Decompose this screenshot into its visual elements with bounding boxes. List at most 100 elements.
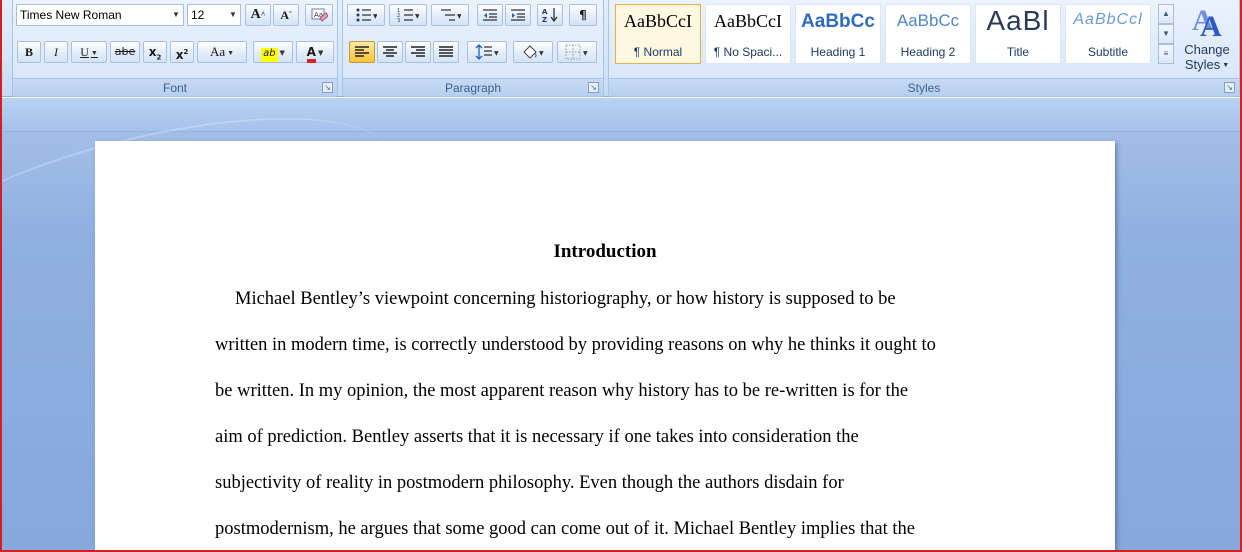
document-heading[interactable]: Introduction [95, 240, 1115, 264]
style-sample: AaBbCcI [714, 11, 782, 31]
align-right-icon [411, 46, 425, 57]
borders-button[interactable]: ▼ [557, 41, 597, 63]
svg-text:▼: ▼ [494, 50, 499, 57]
svg-text:A: A [542, 8, 548, 16]
svg-text:▼: ▼ [583, 50, 588, 57]
style-name: ¶ Normal [633, 45, 683, 59]
italic-button[interactable]: I [44, 41, 68, 63]
justify-icon [439, 46, 453, 57]
document-line[interactable]: aim of prediction. Bentley asserts that … [215, 425, 859, 449]
bold-label: B [24, 45, 33, 59]
style-heading-1[interactable]: AaBbCc Heading 1 [795, 4, 881, 64]
decrease-indent-icon [483, 9, 497, 21]
change-styles-label-2: Styles ▼ [1179, 57, 1235, 73]
gallery-more-button[interactable]: ≡ [1158, 44, 1174, 64]
strikethrough-label: abe [114, 45, 136, 58]
sort-icon: AZ [542, 8, 558, 23]
highlight-button[interactable]: ab ▼ [253, 41, 293, 63]
bullets-button[interactable]: ▼ [347, 4, 385, 26]
chevron-down-icon: ▼ [229, 10, 237, 19]
underline-button[interactable]: U ▼ [71, 41, 107, 63]
chevron-down-icon: ▼ [90, 49, 98, 58]
sort-button[interactable]: AZ [537, 4, 563, 26]
bold-button[interactable]: B [17, 41, 41, 63]
caret-up-icon: ^ [260, 10, 266, 19]
shrink-font-button[interactable]: Aˇ [273, 4, 299, 26]
style-name: Subtitle [1087, 45, 1129, 59]
numbering-button[interactable]: 1 2 3 ▼ [389, 4, 427, 26]
shrink-font-label: A [280, 8, 289, 22]
paragraph-dialog-launcher[interactable]: ↘ [588, 82, 599, 93]
document-line[interactable]: Michael Bentley’s viewpoint concerning h… [235, 287, 896, 311]
shading-button[interactable]: ▼ [513, 41, 553, 63]
align-right-button[interactable] [405, 41, 431, 63]
style-sample: AaBbCcl [1073, 11, 1143, 28]
svg-text:3: 3 [397, 18, 400, 23]
style-name: ¶ No Spaci... [713, 45, 783, 59]
style-sample: AaBbCc [801, 11, 875, 32]
change-styles-button[interactable]: A A Change Styles ▼ [1179, 0, 1235, 76]
style-sample: AaBbCcI [624, 11, 692, 31]
style-subtitle[interactable]: AaBbCcl Subtitle [1065, 4, 1151, 64]
change-case-button[interactable]: Aa ▼ [197, 41, 247, 63]
change-styles-label-text: Styles [1184, 57, 1221, 72]
style-no-spacing[interactable]: AaBbCcI ¶ No Spaci... [705, 4, 791, 64]
font-color-button[interactable]: A ▼ [296, 41, 334, 63]
align-center-button[interactable] [377, 41, 403, 63]
document-line[interactable]: subjectivity of reality in postmodern ph… [215, 471, 844, 495]
chevron-down-icon: ▼ [172, 10, 180, 19]
style-normal[interactable]: AaBbCcI ¶ Normal [615, 4, 701, 64]
style-sample: AaBbCc [896, 11, 960, 30]
document-line[interactable]: postmodernism, he argues that some good … [215, 517, 915, 541]
document-line[interactable]: be written. In my opinion, the most appa… [215, 379, 908, 403]
font-name-combo[interactable]: Times New Roman ▼ [16, 4, 184, 26]
svg-text:Z: Z [542, 16, 547, 23]
numbering-icon: 123▼ [397, 8, 419, 23]
superscript-button[interactable]: x2 [170, 41, 194, 63]
increase-indent-button[interactable] [505, 4, 531, 26]
font-group-label: Font [13, 78, 337, 96]
ribbon: Times New Roman ▼ 12 ▼ A^ Aˇ Aa B I U ▼ a… [0, 0, 1242, 97]
gallery-scroll-down[interactable]: ▼ [1158, 24, 1174, 44]
justify-button[interactable] [433, 41, 459, 63]
show-hide-marks-button[interactable]: ¶ [569, 4, 597, 26]
gallery-scroll-up[interactable]: ▲ [1158, 4, 1174, 24]
chevron-down-icon: ▼ [1222, 62, 1230, 70]
document-workspace[interactable]: Introduction Michael Bentley’s viewpoint… [0, 98, 1242, 552]
svg-text:▼: ▼ [415, 13, 419, 20]
style-heading-2[interactable]: AaBbCc Heading 2 [885, 4, 971, 64]
bullets-icon: ▼ [356, 8, 377, 22]
change-styles-label-1: Change [1184, 42, 1230, 57]
underline-label: U [80, 45, 89, 59]
styles-dialog-launcher[interactable]: ↘ [1224, 82, 1235, 93]
style-name: Title [1006, 45, 1030, 59]
paragraph-group: ▼ 1 2 3 ▼ ▼ AZ ¶ ▼ ▼ ▼ Paragraph ↘ [342, 0, 604, 97]
strikethrough-button[interactable]: abe [110, 41, 140, 63]
multilevel-list-icon: ▼ [441, 9, 461, 21]
font-dialog-launcher[interactable]: ↘ [322, 82, 333, 93]
style-name: Heading 2 [900, 45, 956, 59]
style-title[interactable]: AaBl Title [975, 4, 1061, 64]
svg-text:▼: ▼ [457, 13, 461, 20]
italic-label: I [54, 45, 58, 59]
change-styles-icon: A A [1192, 4, 1222, 40]
styles-group: AaBbCcI ¶ Normal AaBbCcI ¶ No Spaci... A… [608, 0, 1240, 97]
eraser-icon: Aa [311, 8, 328, 22]
decrease-indent-button[interactable] [477, 4, 503, 26]
line-spacing-button[interactable]: ▼ [467, 41, 507, 63]
align-left-icon [355, 46, 369, 57]
font-size-combo[interactable]: 12 ▼ [187, 4, 241, 26]
grow-font-button[interactable]: A^ [245, 4, 271, 26]
clear-formatting-button[interactable]: Aa [305, 4, 333, 26]
font-group: Times New Roman ▼ 12 ▼ A^ Aˇ Aa B I U ▼ a… [12, 0, 338, 97]
multilevel-list-button[interactable]: ▼ [431, 4, 469, 26]
align-left-button[interactable] [349, 41, 375, 63]
change-case-label: Aa [209, 44, 226, 59]
document-line[interactable]: written in modern time, is correctly und… [215, 333, 936, 357]
subscript-button[interactable]: x2 [143, 41, 167, 63]
chevron-down-icon: ▼ [317, 48, 324, 57]
paragraph-group-label: Paragraph [343, 78, 603, 96]
document-page[interactable]: Introduction Michael Bentley’s viewpoint… [95, 141, 1115, 552]
style-name: Heading 1 [810, 45, 866, 59]
align-center-icon [383, 46, 397, 57]
